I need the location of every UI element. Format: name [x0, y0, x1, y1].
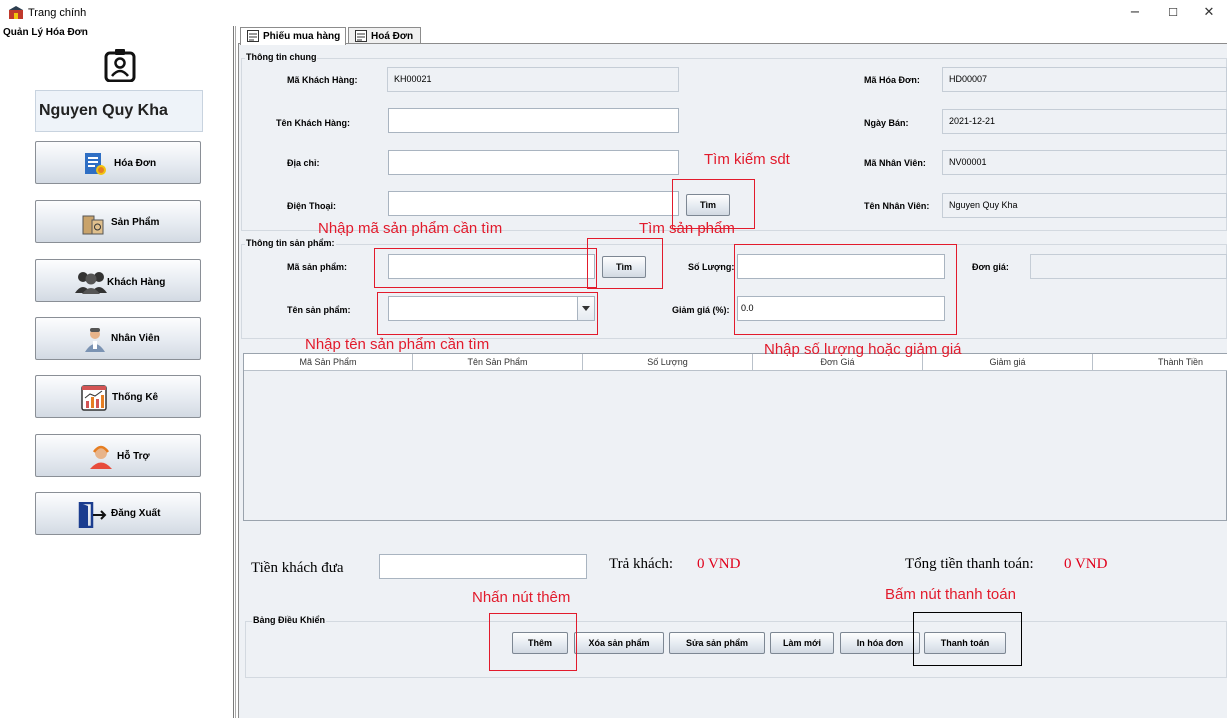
employee-icon — [85, 328, 105, 352]
user-name: Nguyen Quy Kha — [39, 102, 168, 119]
employee-id-field: NV00001 — [942, 150, 1227, 175]
sale-date-field: 2021-12-21 — [942, 109, 1227, 134]
column-header-quantity[interactable]: Số Lượng — [583, 354, 753, 371]
product-info-title: Thông tin sản phẩm: — [245, 238, 336, 248]
nav-invoice-button[interactable]: Hóa Đơn — [35, 141, 201, 184]
edit-product-button[interactable]: Sửa sản phẩm — [669, 632, 765, 654]
refresh-button[interactable]: Làm mới — [770, 632, 834, 654]
customer-name-label: Tên Khách Hàng: — [276, 118, 351, 128]
app-icon — [9, 6, 23, 19]
annotation-box-product-search — [587, 238, 663, 289]
annotation-enter-qty: Nhập số lượng hoặc giảm giá — [764, 341, 962, 358]
nav-employee-label: Nhân Viên — [111, 333, 160, 344]
annotation-search-phone: Tìm kiếm sdt — [704, 151, 790, 168]
window-titlebar: Trang chính − ☐ ✕ — [0, 0, 1227, 26]
change-value: 0 VND — [697, 556, 741, 572]
column-header-product-code[interactable]: Mã Sản Phẩm — [244, 354, 413, 371]
invoice-id-label: Mã Hóa Đơn: — [864, 75, 920, 85]
nav-support-label: Hỗ Trợ — [117, 451, 150, 462]
annotation-press-add: Nhấn nút thêm — [472, 589, 571, 606]
nav-logout-label: Đăng Xuất — [111, 508, 161, 519]
tab-purchase-order-label: Phiếu mua hàng — [263, 31, 341, 42]
annotation-find-product: Tìm sản phẩm — [639, 220, 735, 237]
nav-customers-button[interactable]: Khách Hàng — [35, 259, 201, 302]
column-header-product-name[interactable]: Tên Sản Phẩm — [413, 354, 583, 371]
cash-input[interactable] — [379, 554, 587, 579]
address-input[interactable] — [388, 150, 679, 175]
maximize-button[interactable]: ☐ — [1162, 4, 1184, 22]
employee-name-field: Nguyen Quy Kha — [942, 193, 1227, 218]
nav-customers-label: Khách Hàng — [107, 277, 166, 288]
customers-icon — [75, 272, 107, 294]
sidebar: Quản Lý Hóa Đơn Nguyen Quy Kha Hóa Đơn S… — [0, 26, 234, 718]
phone-label: Điện Thoại: — [287, 201, 336, 211]
discount-label: Giảm giá (%): — [672, 305, 730, 315]
product-table[interactable]: Mã Sản Phẩm Tên Sản Phẩm Số Lượng Đơn Gi… — [243, 353, 1227, 521]
customer-name-input[interactable] — [388, 108, 679, 133]
annotation-enter-name: Nhập tên sản phẩm cần tìm — [305, 336, 490, 353]
column-header-total[interactable]: Thành Tiền — [1093, 354, 1227, 371]
customer-id-field: KH00021 — [387, 67, 679, 92]
product-name-label: Tên sản phẩm: — [287, 305, 351, 315]
tab-invoice[interactable]: Hoá Đơn — [348, 27, 421, 44]
nav-product-label: Sản Phẩm — [111, 217, 160, 228]
tab-invoice-label: Hoá Đơn — [371, 31, 414, 42]
user-name-box: Nguyen Quy Kha — [35, 90, 203, 132]
annotation-box-quantity-discount — [734, 244, 957, 335]
user-badge-icon — [104, 49, 136, 82]
print-invoice-button[interactable]: In hóa đơn — [840, 632, 920, 654]
form-icon — [355, 30, 367, 42]
address-label: Địa chỉ: — [287, 158, 320, 168]
nav-statistics-button[interactable]: Thống Kê — [35, 375, 201, 418]
annotation-press-pay: Bấm nút thanh toán — [885, 586, 1016, 603]
control-panel-title: Bảng Điều Khiển — [252, 615, 327, 625]
nav-logout-button[interactable]: Đăng Xuất — [35, 492, 201, 535]
nav-invoice-label: Hóa Đơn — [114, 158, 157, 169]
quantity-label: Số Lượng: — [688, 262, 735, 272]
product-box-icon — [82, 215, 104, 235]
logout-door-icon — [78, 502, 107, 528]
annotation-enter-code: Nhập mã sản phẩm cần tìm — [318, 220, 503, 237]
total-value: 0 VND — [1064, 556, 1108, 572]
total-label: Tổng tiền thanh toán: — [905, 556, 1034, 572]
customer-id-label: Mã Khách Hàng: — [287, 75, 358, 85]
support-headset-icon — [90, 445, 112, 469]
statistics-chart-icon — [81, 385, 107, 411]
general-info-title: Thông tin chung — [245, 52, 318, 62]
sidebar-title: Quản Lý Hóa Đơn — [3, 27, 88, 38]
product-code-label: Mã sản phẩm: — [287, 262, 348, 272]
nav-statistics-label: Thống Kê — [112, 392, 159, 403]
invoice-icon — [85, 153, 106, 175]
change-label: Trả khách: — [609, 556, 674, 572]
form-icon — [247, 30, 259, 42]
tab-purchase-order[interactable]: Phiếu mua hàng — [240, 27, 346, 45]
nav-product-button[interactable]: Sản Phẩm — [35, 200, 201, 243]
split-divider[interactable] — [233, 26, 236, 718]
window-title: Trang chính — [28, 7, 87, 19]
phone-input[interactable] — [388, 191, 679, 216]
price-label: Đơn giá: — [972, 262, 1009, 272]
nav-employee-button[interactable]: Nhân Viên — [35, 317, 201, 360]
annotation-box-product-name — [377, 292, 598, 335]
close-button[interactable]: ✕ — [1198, 4, 1220, 22]
annotation-box-pay — [913, 612, 1022, 666]
employee-name-label: Tên Nhân Viên: — [864, 201, 930, 211]
minimize-button[interactable]: − — [1124, 4, 1146, 22]
annotation-box-product-code — [374, 248, 597, 288]
sale-date-label: Ngày Bán: — [864, 118, 909, 128]
cash-label: Tiền khách đưa — [251, 560, 344, 576]
employee-id-label: Mã Nhân Viên: — [864, 158, 926, 168]
price-field — [1030, 254, 1227, 279]
annotation-box-add — [489, 613, 577, 671]
invoice-id-field: HD00007 — [942, 67, 1227, 92]
remove-product-button[interactable]: Xóa sản phẩm — [574, 632, 664, 654]
nav-support-button[interactable]: Hỗ Trợ — [35, 434, 201, 477]
